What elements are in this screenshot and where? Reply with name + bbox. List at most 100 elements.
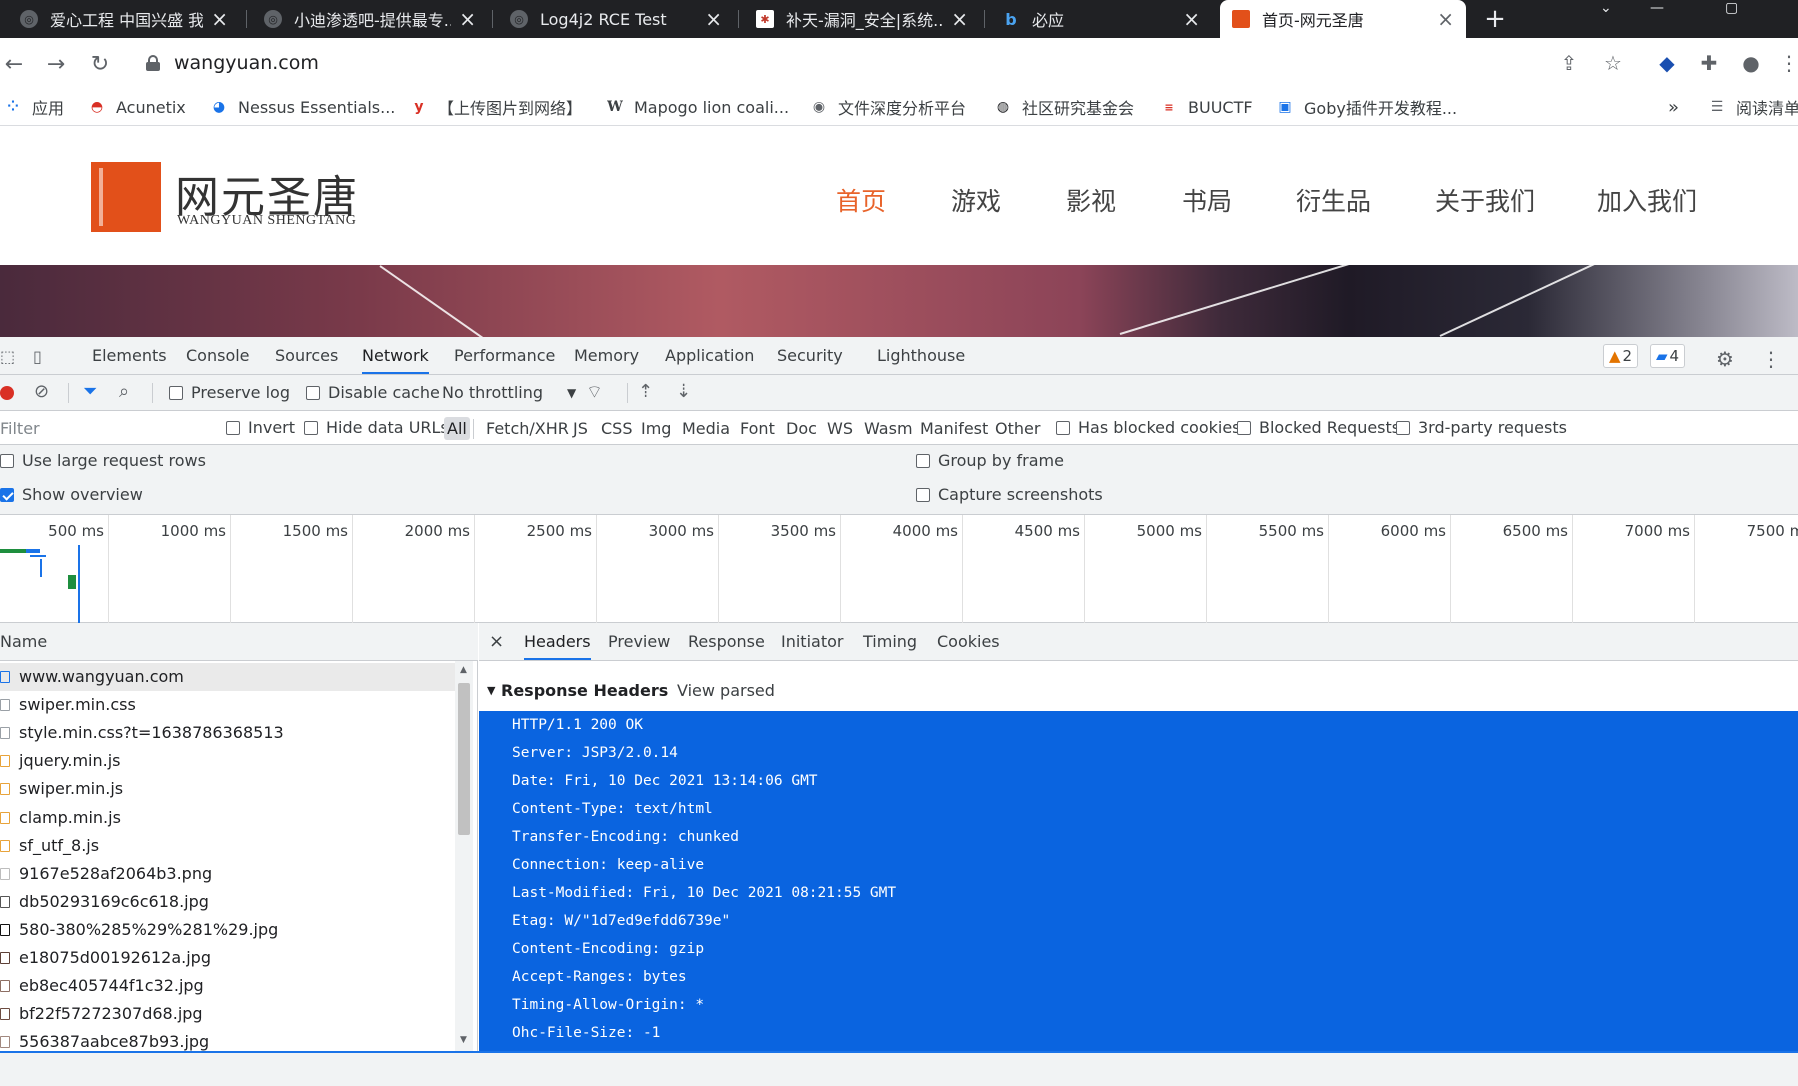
reload-icon[interactable]: ↻ — [86, 50, 114, 78]
response-headers-section[interactable]: ▼ Response Headers View parsed — [479, 675, 1798, 707]
detail-tab-timing[interactable]: Timing — [863, 623, 917, 661]
bookmark-analysis[interactable]: ◉ 文件深度分析平台 — [810, 94, 966, 120]
clear-icon[interactable]: ⊘ — [34, 381, 49, 402]
response-header-line[interactable]: Date: Fri, 10 Dec 2021 13:14:06 GMT — [512, 767, 818, 795]
response-headers-selection[interactable]: HTTP/1.1 200 OK Server: JSP3/2.0.14 Date: … — [479, 711, 1798, 1069]
detail-tab-preview[interactable]: Preview — [608, 623, 670, 661]
network-overview-timeline[interactable]: 500 ms 1000 ms 1500 ms 2000 ms 2500 ms 3000 m… — [0, 515, 1798, 623]
inspect-element-icon[interactable]: ⬚ — [0, 347, 20, 367]
response-header-line[interactable]: Timing-Allow-Origin: * — [512, 991, 704, 1019]
filter-type-wasm[interactable]: Wasm — [864, 419, 913, 438]
response-header-line[interactable]: Ohc-File-Size: -1 — [512, 1019, 660, 1047]
tab-close-icon[interactable]: × — [705, 7, 722, 31]
checkbox-box[interactable] — [916, 453, 930, 468]
response-header-line[interactable]: Content-Type: text/html — [512, 795, 713, 823]
request-row[interactable]: clamp.min.js — [0, 804, 455, 832]
show-overview-checkbox[interactable]: Show overview — [0, 485, 143, 504]
devtools-tab-network[interactable]: Network — [362, 337, 429, 374]
detail-tab-cookies[interactable]: Cookies — [937, 623, 1000, 661]
bookmark-buuctf[interactable]: ≡ BUUCTF — [1160, 94, 1252, 120]
checkbox-box[interactable] — [304, 420, 318, 435]
filter-type-media[interactable]: Media — [682, 419, 730, 438]
filter-type-css[interactable]: CSS — [601, 419, 632, 438]
devtools-menu-icon[interactable]: ⋮ — [1761, 347, 1781, 371]
request-row[interactable]: e18075d00192612a.jpg — [0, 944, 455, 972]
browser-tab-active[interactable]: 首页-网元圣唐 × — [1220, 0, 1466, 38]
detail-tab-initiator[interactable]: Initiator — [781, 623, 843, 661]
site-nav-home[interactable]: 首页 — [836, 182, 886, 218]
filter-type-img[interactable]: Img — [641, 419, 671, 438]
site-nav-games[interactable]: 游戏 — [951, 182, 1001, 218]
checkbox-box[interactable] — [169, 385, 183, 400]
request-row[interactable]: eb8ec405744f1c32.jpg — [0, 972, 455, 1000]
close-details-icon[interactable]: × — [489, 623, 504, 661]
checkbox-box[interactable] — [306, 385, 320, 400]
record-icon[interactable] — [0, 386, 14, 400]
bookmark-wikipedia[interactable]: W Mapogo lion coali... — [606, 94, 789, 120]
warnings-badge[interactable]: ▲ 2 — [1603, 344, 1639, 368]
bookmark-upload[interactable]: y 【上传图片到网络】 — [410, 94, 582, 120]
new-tab-button[interactable]: + — [1480, 0, 1510, 38]
url-text[interactable]: wangyuan.com — [174, 52, 319, 74]
tab-close-icon[interactable]: × — [951, 7, 968, 31]
filter-type-js[interactable]: JS — [573, 419, 588, 438]
site-nav-about[interactable]: 关于我们 — [1435, 182, 1535, 218]
browser-tab[interactable]: b 必应 × — [990, 0, 1212, 38]
site-logo-icon[interactable] — [91, 162, 161, 232]
response-header-line[interactable]: Last-Modified: Fri, 10 Dec 2021 08:21:55… — [512, 879, 896, 907]
request-row[interactable]: db50293169c6c618.jpg — [0, 888, 455, 916]
hide-data-urls-checkbox[interactable]: Hide data URLs — [304, 418, 449, 437]
site-nav-merch[interactable]: 衍生品 — [1296, 182, 1371, 218]
filter-icon[interactable]: ⏷ — [83, 381, 97, 402]
invert-checkbox[interactable]: Invert — [226, 418, 295, 437]
request-row[interactable]: sf_utf_8.js — [0, 832, 455, 860]
checkbox-box[interactable] — [226, 420, 240, 435]
search-icon[interactable]: ⌕ — [119, 381, 129, 402]
minimize-icon[interactable]: — — [1650, 0, 1664, 16]
devtools-tab-memory[interactable]: Memory — [574, 337, 639, 375]
request-row[interactable]: swiper.min.css — [0, 691, 455, 719]
filter-input[interactable]: Filter — [0, 419, 40, 438]
bookmark-acunetix[interactable]: ◓ Acunetix — [88, 94, 186, 120]
back-icon[interactable]: ← — [0, 50, 28, 78]
expand-triangle-icon[interactable]: ▼ — [487, 675, 495, 707]
bookmark-goby[interactable]: ▣ Goby插件开发教程... — [1276, 94, 1457, 120]
request-list-scrollbar[interactable]: ▲ ▼ — [455, 661, 473, 1051]
capture-screenshots-checkbox[interactable]: Capture screenshots — [916, 485, 1103, 504]
throttling-select[interactable]: No throttling ▼ — [442, 383, 576, 402]
response-header-line[interactable]: Connection: keep-alive — [512, 851, 704, 879]
bookmark-apps[interactable]: ⁘ 应用 — [4, 94, 64, 120]
network-conditions-icon[interactable]: ⌔ — [586, 381, 603, 404]
site-nav-books[interactable]: 书局 — [1182, 182, 1232, 218]
devtools-tab-lighthouse[interactable]: Lighthouse — [877, 337, 965, 375]
group-by-frame-checkbox[interactable]: Group by frame — [916, 451, 1064, 470]
devtools-tab-elements[interactable]: Elements — [92, 337, 167, 375]
filter-type-doc[interactable]: Doc — [786, 419, 817, 438]
address-bar[interactable]: wangyuan.com — [130, 43, 1670, 83]
tab-close-icon[interactable]: × — [1183, 7, 1200, 31]
checkbox-box[interactable] — [0, 453, 14, 468]
request-row[interactable]: style.min.css?t=1638786368513 — [0, 719, 455, 747]
import-har-icon[interactable]: ⇡ — [638, 381, 653, 402]
bookmark-star-icon[interactable]: ☆ — [1600, 50, 1626, 76]
checkbox-box[interactable] — [1056, 420, 1070, 435]
messages-badge[interactable]: ▰ 4 — [1650, 344, 1686, 368]
checkbox-box[interactable] — [916, 487, 930, 502]
devtools-tab-console[interactable]: Console — [186, 337, 250, 375]
forward-icon[interactable]: → — [42, 50, 70, 78]
extension-badge-icon[interactable]: ◆ — [1654, 50, 1680, 76]
bookmarks-overflow-button[interactable]: » — [1668, 94, 1679, 120]
filter-type-fetch[interactable]: Fetch/XHR — [486, 419, 569, 438]
profile-avatar-icon[interactable]: ● — [1738, 50, 1764, 76]
disable-cache-checkbox[interactable]: Disable cache — [306, 383, 440, 402]
checkbox-box[interactable] — [1237, 420, 1251, 435]
request-row[interactable]: 9167e528af2064b3.png — [0, 860, 455, 888]
devtools-tab-security[interactable]: Security — [777, 337, 843, 375]
tab-close-icon[interactable]: × — [1437, 7, 1454, 31]
filter-type-all[interactable]: All — [444, 417, 470, 440]
filter-type-manifest[interactable]: Manifest — [920, 419, 988, 438]
maximize-icon[interactable]: ▢ — [1725, 0, 1738, 16]
share-icon[interactable]: ⇪ — [1556, 50, 1582, 76]
browser-tab[interactable]: ✱ 补天-漏洞_安全|系统... × — [744, 0, 980, 38]
name-column-header[interactable]: Name — [0, 623, 478, 661]
